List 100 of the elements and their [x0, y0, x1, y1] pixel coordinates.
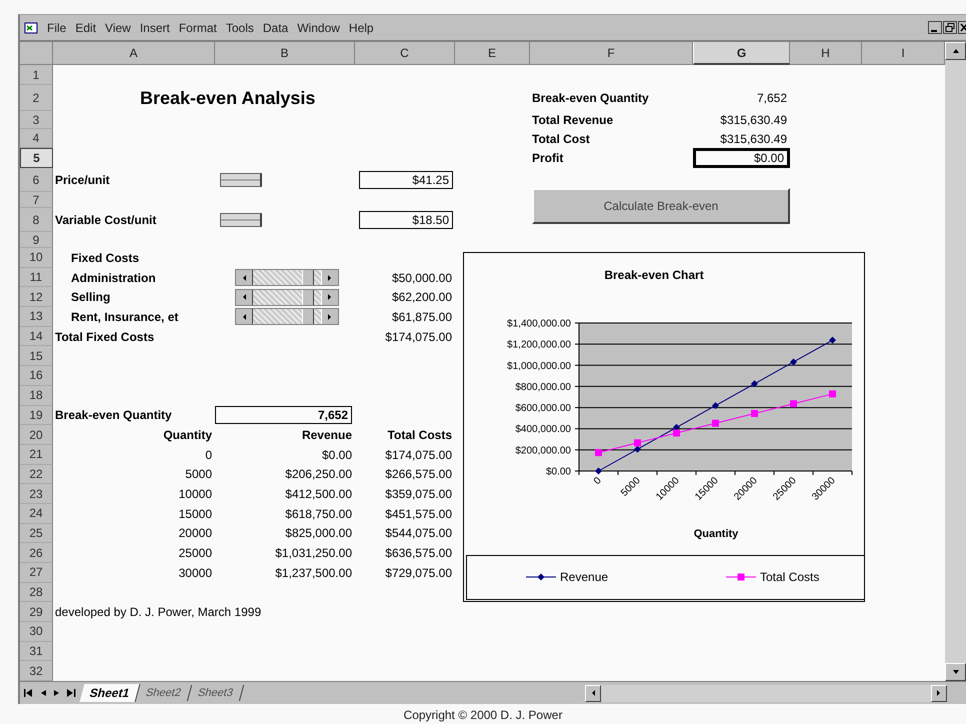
- column-header[interactable]: H: [790, 42, 862, 65]
- column-header[interactable]: I: [862, 42, 945, 65]
- row-header[interactable]: 28: [20, 582, 53, 602]
- row-header[interactable]: 7: [20, 192, 53, 208]
- restore-icon[interactable]: [943, 21, 957, 34]
- minimize-icon[interactable]: [928, 21, 942, 34]
- row-header[interactable]: 20: [20, 425, 53, 445]
- table-cell[interactable]: $266,575.00: [385, 466, 455, 482]
- row-header[interactable]: 8: [20, 208, 53, 232]
- row-header[interactable]: 4: [20, 129, 53, 148]
- menu-item[interactable]: Tools: [226, 20, 254, 34]
- table-cell[interactable]: $0.00: [322, 446, 355, 463]
- row-header[interactable]: 13: [20, 307, 53, 327]
- slider[interactable]: [235, 269, 339, 286]
- menu-item[interactable]: View: [105, 20, 131, 34]
- row-header[interactable]: 22: [20, 464, 53, 484]
- table-cell[interactable]: $174,075.00: [385, 328, 455, 345]
- left-arrow-icon[interactable]: [241, 293, 247, 302]
- menu-item[interactable]: Window: [297, 20, 340, 34]
- menu-item[interactable]: Format: [178, 20, 217, 34]
- row-header[interactable]: 15: [20, 346, 53, 366]
- row-header[interactable]: 6: [20, 168, 53, 192]
- table-cell[interactable]: 5000: [185, 466, 215, 482]
- menu-item[interactable]: Edit: [75, 20, 96, 34]
- horizontal-scrollbar[interactable]: [585, 684, 947, 702]
- table-cell[interactable]: 25000: [178, 545, 215, 562]
- table-cell[interactable]: $1,031,250.00: [275, 545, 355, 562]
- column-header[interactable]: E: [455, 42, 530, 65]
- left-arrow-icon[interactable]: [241, 274, 247, 282]
- table-cell[interactable]: $729,075.00: [385, 564, 455, 581]
- previous-sheet-icon[interactable]: [39, 689, 47, 698]
- row-header[interactable]: 11: [20, 268, 53, 288]
- table-cell[interactable]: $174,075.00: [385, 446, 455, 463]
- row-header[interactable]: 5: [20, 148, 53, 168]
- table-cell[interactable]: 7,652: [756, 90, 790, 106]
- column-header[interactable]: C: [355, 42, 455, 65]
- row-header[interactable]: 25: [20, 524, 53, 544]
- vertical-scrollbar[interactable]: [945, 42, 966, 682]
- row-header[interactable]: 16: [20, 366, 53, 386]
- sheet-tab[interactable]: Sheet1: [80, 684, 141, 702]
- right-arrow-icon[interactable]: [327, 274, 333, 282]
- table-cell[interactable]: $1,237,500.00: [275, 564, 355, 581]
- row-header[interactable]: 14: [20, 326, 53, 346]
- table-cell[interactable]: $315,630.49: [720, 112, 790, 128]
- row-header[interactable]: 30: [20, 622, 53, 642]
- spinner[interactable]: [220, 173, 262, 187]
- row-header[interactable]: 10: [20, 248, 53, 268]
- spinner[interactable]: [220, 213, 262, 227]
- input-cell[interactable]: 7,652: [215, 406, 352, 424]
- row-header[interactable]: 26: [20, 543, 53, 563]
- row-header[interactable]: 18: [20, 386, 53, 406]
- input-cell[interactable]: $18.50: [359, 211, 453, 229]
- slider[interactable]: [235, 288, 339, 306]
- table-cell[interactable]: $0.00: [693, 148, 790, 168]
- calculate-button[interactable]: Calculate Break-even: [532, 188, 790, 224]
- slider-thumb[interactable]: [302, 309, 314, 324]
- last-sheet-icon[interactable]: [67, 689, 76, 698]
- table-cell[interactable]: $451,575.00: [385, 506, 455, 522]
- row-header[interactable]: 12: [20, 287, 53, 308]
- table-cell[interactable]: $50,000.00: [392, 270, 455, 286]
- menu-item[interactable]: File: [47, 20, 66, 34]
- column-header[interactable]: A: [53, 42, 215, 65]
- table-cell[interactable]: $61,875.00: [392, 308, 455, 325]
- table-cell[interactable]: 30000: [178, 564, 215, 581]
- row-header[interactable]: 9: [20, 232, 53, 248]
- table-cell[interactable]: $359,075.00: [385, 486, 455, 502]
- column-header[interactable]: B: [215, 42, 355, 65]
- row-header[interactable]: 31: [20, 642, 53, 662]
- row-header[interactable]: 32: [20, 661, 53, 682]
- first-sheet-icon[interactable]: [24, 689, 33, 698]
- down-arrow-icon[interactable]: [952, 669, 960, 676]
- menu-item[interactable]: Insert: [140, 20, 170, 34]
- row-header[interactable]: 29: [20, 602, 53, 622]
- slider-thumb[interactable]: [302, 270, 314, 286]
- table-cell[interactable]: $62,200.00: [392, 289, 455, 306]
- table-cell[interactable]: $412,500.00: [285, 486, 355, 502]
- menu-item[interactable]: Data: [262, 20, 288, 34]
- row-header[interactable]: 21: [20, 444, 53, 465]
- row-header[interactable]: 3: [20, 111, 53, 129]
- next-sheet-icon[interactable]: [53, 689, 61, 698]
- column-header[interactable]: G: [693, 42, 790, 65]
- row-header[interactable]: 19: [20, 406, 53, 426]
- table-cell[interactable]: $544,075.00: [385, 525, 455, 542]
- menu-item[interactable]: Help: [348, 20, 374, 34]
- up-arrow-icon[interactable]: [952, 48, 960, 54]
- table-cell[interactable]: $636,575.00: [385, 545, 455, 562]
- right-arrow-icon[interactable]: [936, 689, 942, 698]
- table-cell[interactable]: 15000: [178, 506, 215, 522]
- table-cell[interactable]: $618,750.00: [285, 506, 355, 522]
- input-cell[interactable]: $41.25: [359, 171, 453, 189]
- table-cell[interactable]: $315,630.49: [720, 130, 790, 146]
- row-header[interactable]: 27: [20, 563, 53, 583]
- right-arrow-icon[interactable]: [327, 293, 333, 302]
- slider-thumb[interactable]: [302, 290, 314, 305]
- right-arrow-icon[interactable]: [327, 312, 333, 321]
- left-arrow-icon[interactable]: [241, 312, 247, 321]
- row-header[interactable]: 2: [20, 85, 53, 111]
- table-cell[interactable]: $825,000.00: [285, 525, 355, 542]
- close-icon[interactable]: [958, 21, 966, 34]
- sheet-tab[interactable]: Sheet3: [188, 685, 244, 702]
